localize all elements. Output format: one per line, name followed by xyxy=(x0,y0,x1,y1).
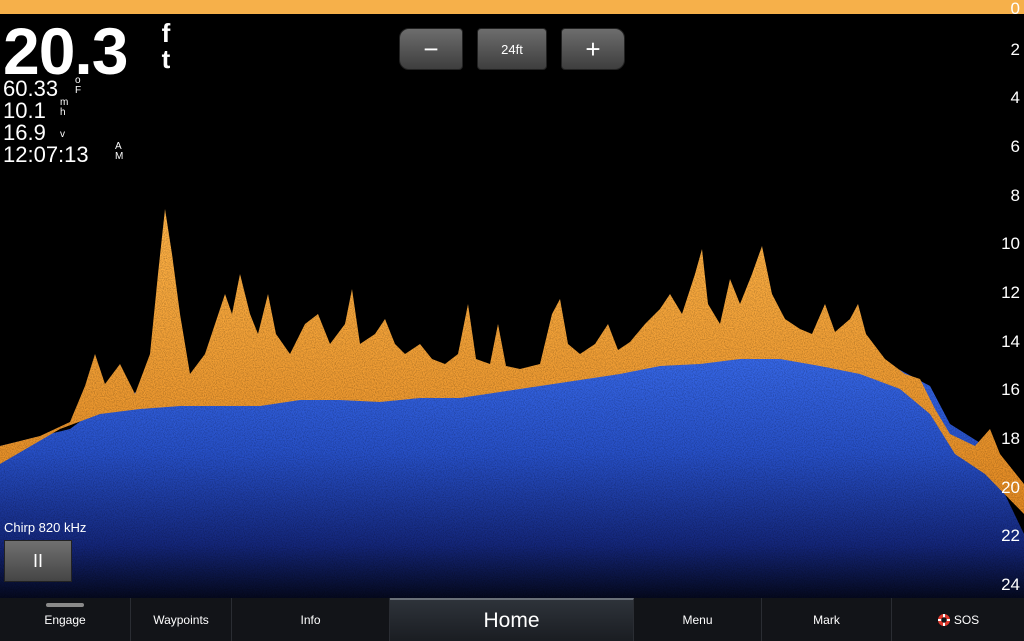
depth-scale-tick: 6 xyxy=(1010,137,1020,156)
top-color-strip xyxy=(0,0,1024,14)
depth-range-button[interactable]: 24ft xyxy=(477,28,547,70)
sos-button[interactable]: SOS xyxy=(892,598,1024,641)
waypoints-label: Waypoints xyxy=(153,612,209,627)
depth-scale-tick: 14 xyxy=(1001,331,1020,351)
zoom-in-button[interactable]: + xyxy=(561,28,625,70)
depth-scale-tick: 0 xyxy=(1010,0,1020,18)
time-unit-bottom: M xyxy=(115,151,124,162)
mark-label: Mark xyxy=(813,612,840,627)
depth-scale-tick: 20 xyxy=(1001,477,1020,497)
sos-label: SOS xyxy=(953,612,980,627)
bottom-navigation-bar: Engage Waypoints Info Home Menu Mark SOS xyxy=(0,598,1024,641)
sonar-image xyxy=(0,204,1024,598)
depth-scale-tick: 10 xyxy=(1001,234,1020,254)
home-button[interactable]: Home xyxy=(390,598,634,641)
depth-scale-tick: 12 xyxy=(1001,283,1020,302)
depth-unit-top: f xyxy=(161,18,171,48)
home-label: Home xyxy=(483,608,540,632)
info-label: Info xyxy=(300,612,321,627)
depth-scale-tick: 18 xyxy=(1001,429,1020,448)
depth-scale-tick: 4 xyxy=(1010,88,1020,108)
depth-unit: f t xyxy=(158,20,174,72)
sonar-screen: 20.3 f t 60.33 o F 10.1 m h 16.9 v 12:07… xyxy=(0,0,1024,598)
time-value: 12:07:13 xyxy=(3,142,89,167)
menu-label: Menu xyxy=(682,612,713,627)
voltage-unit: v xyxy=(60,129,65,140)
depth-unit-bottom: t xyxy=(161,44,171,74)
depth-scale-tick: 24 xyxy=(1001,575,1020,594)
info-button[interactable]: Info xyxy=(232,598,390,641)
sos-lifebuoy-icon xyxy=(937,613,950,626)
depth-scale-tick: 22 xyxy=(1001,526,1020,546)
depth-scale-tick: 8 xyxy=(1010,185,1020,205)
engage-indicator xyxy=(46,603,84,607)
speed-unit-bottom: h xyxy=(60,107,66,118)
depth-scale-tick: 16 xyxy=(1001,380,1020,400)
temperature-unit-bottom: F xyxy=(75,85,82,96)
time-readout: 12:07:13 A M xyxy=(3,142,123,168)
frequency-label: Chirp 820 kHz xyxy=(4,520,87,535)
engage-label: Engage xyxy=(44,612,86,627)
mark-button[interactable]: Mark xyxy=(762,598,892,641)
pause-button[interactable]: II xyxy=(4,540,72,582)
zoom-out-button[interactable]: − xyxy=(399,28,463,70)
waypoints-button[interactable]: Waypoints xyxy=(131,598,232,641)
menu-button[interactable]: Menu xyxy=(634,598,762,641)
depth-readout: 20.3 xyxy=(3,14,128,88)
engage-button[interactable]: Engage xyxy=(0,598,131,641)
sonar-noise xyxy=(0,204,1024,598)
depth-scale-tick: 2 xyxy=(1010,39,1020,59)
